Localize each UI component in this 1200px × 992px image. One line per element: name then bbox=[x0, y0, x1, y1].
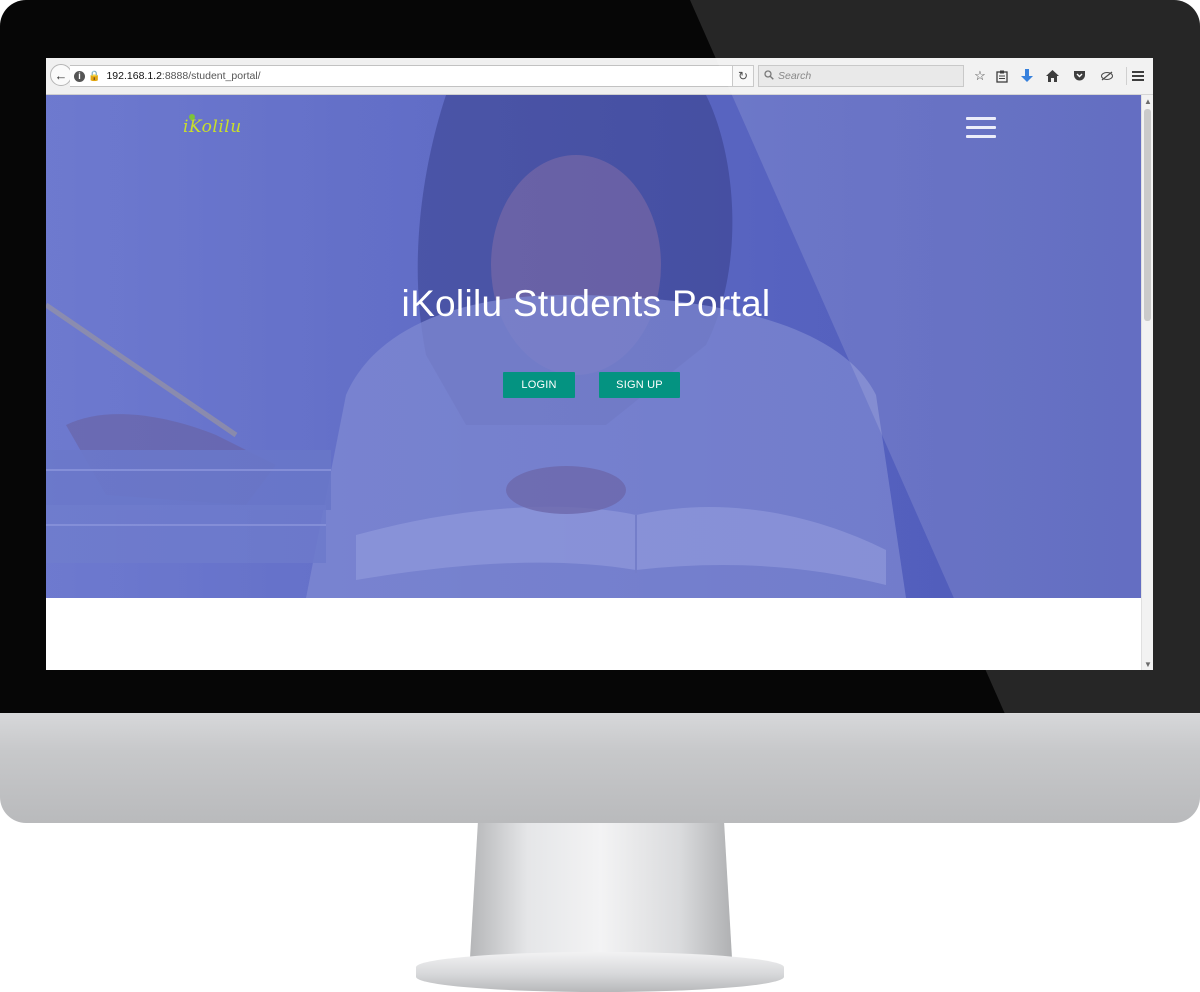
hamburger-menu-icon[interactable] bbox=[966, 117, 996, 139]
menu-icon[interactable] bbox=[1129, 67, 1147, 85]
monitor-stand-neck bbox=[470, 823, 732, 958]
insecure-lock-icon[interactable]: 🔒 bbox=[88, 71, 100, 82]
back-arrow-icon[interactable]: ← bbox=[50, 64, 72, 86]
scroll-up-icon[interactable]: ▲ bbox=[1142, 95, 1153, 107]
download-icon[interactable] bbox=[1018, 67, 1036, 85]
url-text[interactable]: 192.168.1.2:8888/student_portal/ bbox=[106, 70, 260, 82]
page-scrollbar[interactable]: ▲ ▼ bbox=[1141, 95, 1153, 670]
bookmark-star-icon[interactable]: ☆ bbox=[971, 67, 989, 85]
hero-section: iKolilu iKolilu Students Portal LOGIN SI… bbox=[46, 95, 1141, 598]
monitor-screen: ← i 🔒 192.168.1.2:8888/student_portal/ ▼… bbox=[46, 58, 1153, 670]
login-button[interactable]: LOGIN bbox=[503, 372, 575, 398]
extension-icon[interactable] bbox=[1098, 67, 1116, 85]
web-page: iKolilu iKolilu Students Portal LOGIN SI… bbox=[46, 95, 1141, 670]
site-logo[interactable]: iKolilu bbox=[183, 114, 242, 137]
url-bar[interactable]: i 🔒 192.168.1.2:8888/student_portal/ ▼ bbox=[70, 65, 752, 87]
monitor-stand-base bbox=[416, 952, 784, 992]
reading-list-icon[interactable] bbox=[993, 67, 1011, 85]
logo-figure-icon bbox=[189, 114, 195, 120]
toolbar-separator bbox=[1126, 67, 1127, 85]
search-icon bbox=[764, 69, 774, 83]
monitor-chin bbox=[0, 713, 1200, 823]
page-title: iKolilu Students Portal bbox=[401, 283, 771, 324]
pocket-icon[interactable] bbox=[1070, 67, 1088, 85]
hero-color-overlay bbox=[46, 95, 1141, 598]
search-bar[interactable]: Search bbox=[758, 65, 964, 87]
browser-toolbar: ← i 🔒 192.168.1.2:8888/student_portal/ ▼… bbox=[46, 58, 1153, 95]
logo-text: iKolilu bbox=[183, 117, 242, 137]
home-icon[interactable] bbox=[1043, 67, 1061, 85]
info-icon[interactable]: i bbox=[74, 70, 85, 82]
url-path: :8888/student_portal/ bbox=[161, 70, 261, 82]
scroll-down-icon[interactable]: ▼ bbox=[1142, 658, 1153, 670]
search-placeholder: Search bbox=[778, 70, 812, 82]
scroll-thumb[interactable] bbox=[1144, 109, 1151, 321]
signup-button[interactable]: SIGN UP bbox=[599, 372, 680, 398]
reload-icon[interactable]: ↻ bbox=[732, 65, 754, 87]
url-host: 192.168.1.2 bbox=[106, 70, 162, 82]
